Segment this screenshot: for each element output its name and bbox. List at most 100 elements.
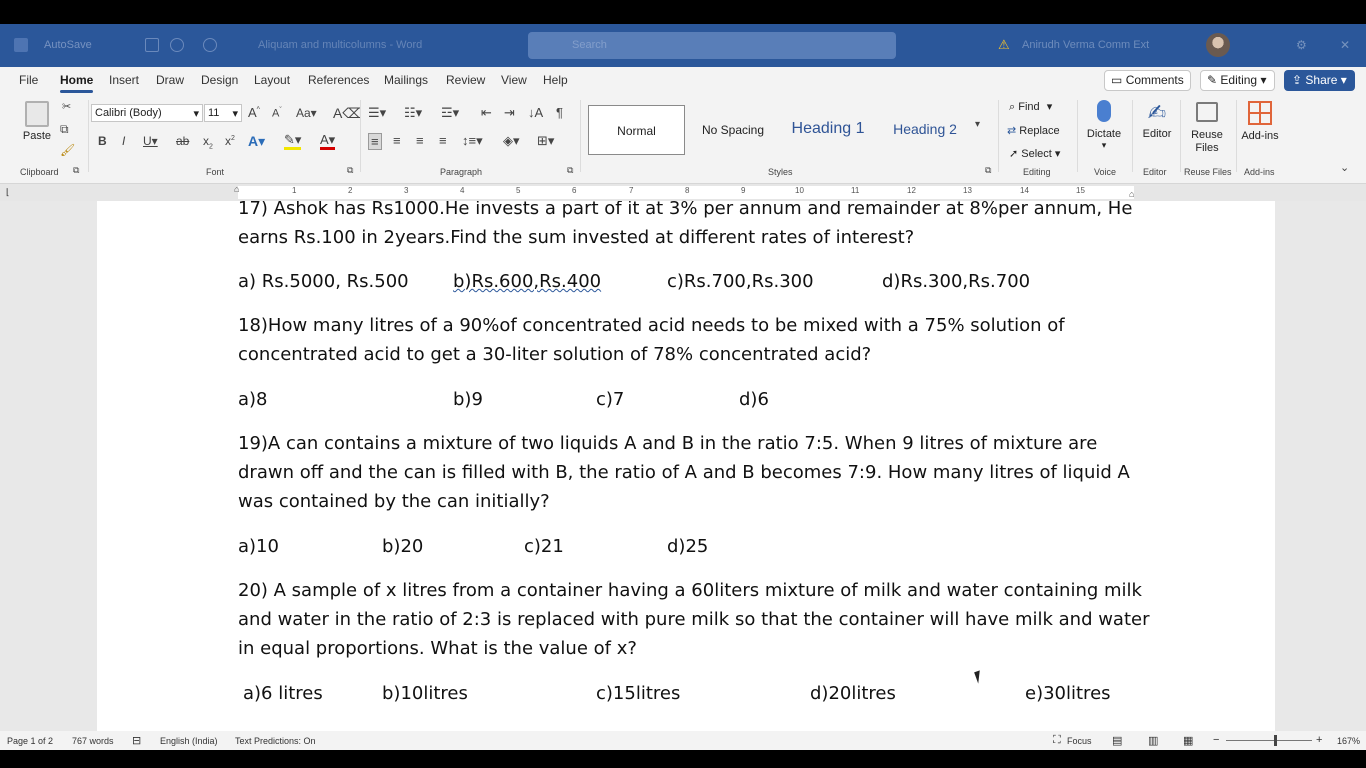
web-layout-icon[interactable]: ▦ [1183, 734, 1193, 747]
document-page[interactable]: 17) Ashok has Rs1000.He invests a part o… [97, 201, 1275, 731]
strikethrough-icon[interactable]: ab [176, 134, 189, 148]
tab-home[interactable]: Home [60, 73, 94, 93]
shrink-font-icon[interactable]: Aˇ [272, 107, 282, 120]
copy-icon[interactable]: ⧉ [60, 122, 69, 137]
tab-selector-icon[interactable]: ⌊ [6, 187, 10, 198]
styles-launcher-icon[interactable]: ⧉ [985, 165, 991, 176]
proofing-icon[interactable]: ⊟ [132, 734, 141, 747]
user-name[interactable]: Anirudh Verma Comm Ext [1022, 39, 1149, 51]
style-no-spacing[interactable]: No Spacing [690, 105, 776, 155]
add-ins-button[interactable]: Add-ins [1240, 100, 1280, 142]
replace-button[interactable]: ⇄ Replace [1007, 124, 1060, 137]
style-normal[interactable]: Normal [588, 105, 685, 155]
save-icon[interactable] [145, 38, 159, 52]
close-icon[interactable]: ✕ [1340, 38, 1350, 52]
left-indent-marker[interactable]: ⌂ [234, 184, 239, 194]
autosave-toggle[interactable]: AutoSave [44, 39, 92, 51]
reuse-files-button[interactable]: Reuse Files [1186, 100, 1228, 155]
superscript-icon[interactable]: x2 [225, 134, 235, 148]
font-launcher-icon[interactable]: ⧉ [347, 165, 353, 176]
print-layout-icon[interactable]: ▥ [1148, 734, 1158, 747]
subscript-icon[interactable]: x2 [203, 134, 213, 150]
paragraph-launcher-icon[interactable]: ⧉ [567, 165, 573, 176]
tab-design[interactable]: Design [201, 73, 238, 87]
grow-font-icon[interactable]: A^ [248, 105, 260, 120]
justify-icon[interactable]: ≡ [439, 133, 447, 148]
editor-button[interactable]: ✍ Editor [1139, 100, 1175, 140]
zoom-slider-thumb[interactable] [1274, 735, 1277, 746]
cut-icon[interactable]: ✂ [62, 100, 71, 113]
undo-icon[interactable] [170, 38, 184, 52]
multilevel-list-icon[interactable]: ☲▾ [441, 105, 459, 121]
tab-draw[interactable]: Draw [156, 73, 184, 87]
avatar[interactable] [1206, 33, 1230, 57]
style-heading-1[interactable]: Heading 1 [780, 105, 876, 155]
highlight-icon[interactable]: ✎▾ [284, 133, 302, 150]
line-spacing-icon[interactable]: ↕≡▾ [462, 133, 483, 149]
group-separator [1132, 100, 1133, 172]
question-20-option-d: d)20litres [810, 683, 896, 704]
focus-label[interactable]: Focus [1067, 736, 1092, 746]
sort-icon[interactable]: ↓A [528, 105, 543, 120]
tab-view[interactable]: View [501, 73, 527, 87]
dictate-button[interactable]: Dictate ▾ [1084, 100, 1124, 151]
read-mode-icon[interactable]: ▤ [1112, 734, 1122, 747]
tab-layout[interactable]: Layout [254, 73, 290, 87]
zoom-out-icon[interactable]: − [1213, 734, 1219, 746]
numbering-icon[interactable]: ☷▾ [404, 105, 422, 121]
decrease-indent-icon[interactable]: ⇤ [481, 105, 492, 121]
tab-references[interactable]: References [308, 73, 369, 87]
word-count[interactable]: 767 words [72, 736, 114, 746]
text-effects-icon[interactable]: A▾ [248, 133, 265, 150]
italic-icon[interactable]: I [122, 134, 125, 148]
align-center-icon[interactable]: ≡ [393, 133, 401, 148]
group-separator [360, 100, 361, 172]
style-heading-2[interactable]: Heading 2 [882, 105, 968, 155]
format-painter-icon[interactable]: 🖌 [60, 143, 75, 157]
document-canvas[interactable]: 17) Ashok has Rs1000.He invests a part o… [0, 201, 1366, 731]
font-family-select[interactable]: Calibri (Body) ▾ [91, 104, 203, 122]
change-case-icon[interactable]: Aa▾ [296, 106, 317, 120]
focus-icon[interactable]: ⛶ [1053, 734, 1061, 747]
language[interactable]: English (India) [160, 736, 218, 746]
paste-button[interactable]: Paste [20, 100, 54, 160]
borders-icon[interactable]: ⊞▾ [537, 133, 554, 149]
align-right-icon[interactable]: ≡ [416, 133, 424, 148]
editing-mode-button[interactable]: ✎ Editing ▾ [1200, 70, 1275, 91]
warning-icon[interactable]: ⚠ [998, 37, 1010, 53]
zoom-in-icon[interactable]: + [1316, 734, 1322, 746]
zoom-level[interactable]: 167% [1337, 736, 1360, 746]
show-formatting-icon[interactable]: ¶ [556, 105, 563, 120]
document-title[interactable]: Aliquam and multicolumns - Word [258, 39, 422, 51]
clipboard-launcher-icon[interactable]: ⧉ [73, 165, 79, 176]
tab-review[interactable]: Review [446, 73, 485, 87]
horizontal-ruler[interactable]: ⌊ 1 2 3 4 5 6 7 8 9 10 11 12 13 14 15 ⌂ … [0, 184, 1366, 201]
clear-formatting-icon[interactable]: A⌫ [333, 105, 362, 122]
align-left-icon[interactable]: ≡ [368, 133, 382, 150]
tab-mailings[interactable]: Mailings [384, 73, 428, 87]
comments-button[interactable]: ▭ Comments [1104, 70, 1191, 91]
ribbon-collapse-icon[interactable]: ⌄ [1340, 161, 1349, 174]
shading-icon[interactable]: ◈▾ [503, 133, 520, 149]
bullets-icon[interactable]: ☰▾ [368, 105, 386, 121]
right-indent-marker[interactable]: ⌂ [1129, 189, 1134, 199]
redo-icon[interactable] [203, 38, 217, 52]
font-size-select[interactable]: 11 ▾ [204, 104, 242, 122]
share-button[interactable]: ⇪ Share ▾ [1284, 70, 1355, 91]
tab-help[interactable]: Help [543, 73, 568, 87]
settings-icon[interactable]: ⚙ [1296, 38, 1307, 52]
select-button[interactable]: ➚ Select ▾ [1009, 147, 1060, 160]
find-button[interactable]: ⌕ Find ▾ [1009, 100, 1052, 114]
tab-file[interactable]: File [19, 73, 38, 87]
underline-icon[interactable]: U▾ [143, 134, 158, 148]
tab-insert[interactable]: Insert [109, 73, 139, 87]
question-18-line-1: 18)How many litres of a 90%of concentrat… [238, 315, 1065, 336]
text-predictions[interactable]: Text Predictions: On [235, 736, 316, 746]
zoom-slider[interactable] [1226, 735, 1312, 746]
styles-gallery-expand-icon[interactable]: ▾ [975, 119, 980, 130]
font-color-icon[interactable]: A▾ [320, 133, 336, 150]
increase-indent-icon[interactable]: ⇥ [504, 105, 515, 121]
page-count[interactable]: Page 1 of 2 [7, 736, 53, 746]
bold-icon[interactable]: B [98, 134, 107, 148]
chevron-down-icon: ▾ [193, 108, 199, 120]
